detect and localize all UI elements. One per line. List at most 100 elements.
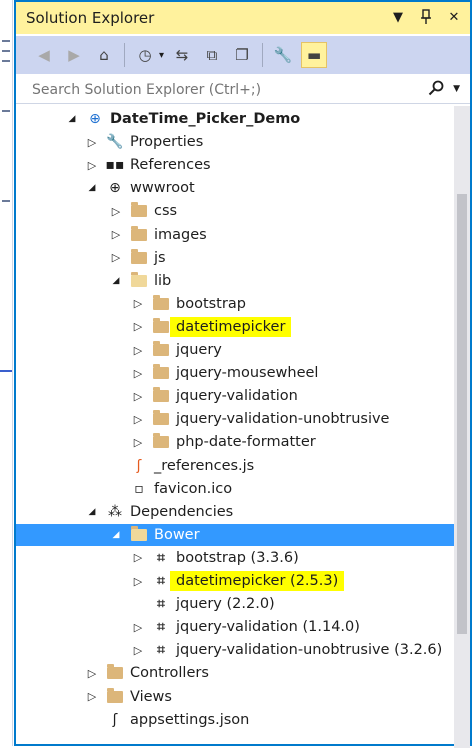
- tree-item[interactable]: ▷ php-date-formatter: [16, 431, 456, 453]
- solution-explorer-window: Solution Explorer ▼ ✕ ◀▶⌂ ◷▾ ⇆⧉❐ 🔧▬ ▼ ◢ ⊕ Dat…: [14, 0, 472, 748]
- tree-item[interactable]: ◢ lib: [16, 270, 456, 292]
- forward-icon[interactable]: ▶: [62, 43, 86, 67]
- preview-icon[interactable]: ▬: [301, 42, 328, 68]
- tree-item[interactable]: ▷ ⌗ datetimepicker (2.5.3): [16, 570, 456, 592]
- json-file-icon: ʃ: [112, 711, 118, 728]
- tree-item[interactable]: ▷ Controllers: [16, 662, 456, 684]
- history-icon[interactable]: ◷: [133, 43, 157, 67]
- tree-item-label: jquery-validation: [176, 388, 298, 405]
- tree-item[interactable]: ▷ images: [16, 224, 456, 246]
- collapse-arrow-icon[interactable]: ◢: [86, 181, 98, 195]
- editor-margin-mark: [2, 40, 10, 42]
- expand-arrow-icon[interactable]: ▷: [132, 643, 144, 657]
- vertical-scrollbar[interactable]: [454, 106, 470, 748]
- tree-item[interactable]: ▷ datetimepicker: [16, 316, 456, 338]
- tree-item[interactable]: ⌗ jquery (2.2.0): [16, 593, 456, 615]
- tree-item[interactable]: ʃ _references.js: [16, 455, 456, 477]
- tree-item-label: Properties: [130, 134, 204, 151]
- expand-arrow-icon[interactable]: ▷: [132, 551, 144, 565]
- tree-item[interactable]: ◢ Bower: [16, 523, 456, 546]
- expand-arrow-icon[interactable]: ▷: [132, 435, 144, 449]
- sync-icon[interactable]: ⇆: [170, 43, 194, 67]
- tree-item[interactable]: ▷ Views: [16, 686, 456, 708]
- folder-icon: [152, 294, 170, 313]
- title-bar[interactable]: Solution Explorer ▼ ✕: [16, 2, 470, 34]
- tree-item[interactable]: ʃ appsettings.json: [16, 709, 456, 731]
- tree-item[interactable]: ▷ jquery-validation-unobtrusive: [16, 408, 456, 430]
- tree-item[interactable]: ▷ ⌗ jquery-validation (1.14.0): [16, 616, 456, 638]
- collapse-all-icon[interactable]: ⧉: [200, 43, 224, 67]
- expand-arrow-icon[interactable]: ▷: [110, 204, 122, 218]
- window-menu-dropdown-icon[interactable]: ▼: [390, 8, 406, 26]
- tree-item[interactable]: ◢ ⊕ wwwroot: [16, 177, 456, 199]
- tree-item-label: Controllers: [130, 665, 209, 682]
- tree-item-label: bootstrap (3.3.6): [176, 549, 299, 566]
- folder-icon: [106, 664, 124, 682]
- tree-item-label: lib: [154, 272, 172, 289]
- expand-arrow-icon[interactable]: ▷: [132, 320, 144, 334]
- history-dropdown-icon[interactable]: ▾: [159, 50, 164, 61]
- tree-item[interactable]: ▷ jquery-mousewheel: [16, 362, 456, 384]
- folder-icon: [152, 364, 170, 382]
- folder-icon: [152, 387, 170, 405]
- js-file-icon: ʃ: [136, 457, 142, 474]
- web-project-icon: ⊕: [89, 111, 101, 127]
- collapse-arrow-icon[interactable]: ◢: [110, 528, 122, 542]
- pin-icon[interactable]: [418, 8, 434, 26]
- tree-item[interactable]: ▷ css: [16, 200, 456, 222]
- tree-item-label: DateTime_Picker_Demo: [110, 111, 301, 127]
- tree-item[interactable]: ▷ ⌗ jquery-validation-unobtrusive (3.2.6): [16, 639, 456, 661]
- tree-item[interactable]: ▷ js: [16, 247, 456, 269]
- tree-item-label: Views: [130, 688, 172, 705]
- tree-item[interactable]: ▷ bootstrap: [16, 293, 456, 315]
- editor-margin-mark: [2, 110, 10, 112]
- tree-item-label: jquery-mousewheel: [176, 365, 319, 382]
- scrollbar-thumb[interactable]: [457, 194, 467, 634]
- expand-arrow-icon[interactable]: ▷: [86, 135, 98, 149]
- search-icon[interactable]: [428, 80, 444, 100]
- expand-arrow-icon[interactable]: ▷: [132, 574, 144, 588]
- back-icon[interactable]: ◀: [32, 43, 56, 67]
- show-all-files-icon[interactable]: ❐: [230, 43, 254, 67]
- expand-arrow-icon[interactable]: ▷: [86, 158, 98, 172]
- tree-item[interactable]: ◢ ⊕ DateTime_Picker_Demo: [16, 108, 456, 130]
- tree-item[interactable]: ▷ 🔧 Properties: [16, 131, 456, 153]
- search-options-dropdown-icon[interactable]: ▼: [453, 84, 460, 94]
- expand-arrow-icon[interactable]: ▷: [110, 228, 122, 242]
- tree-item[interactable]: ▷ jquery: [16, 339, 456, 361]
- expand-arrow-icon[interactable]: ▷: [132, 297, 144, 311]
- dependencies-icon: ⁂: [108, 503, 122, 520]
- expand-arrow-icon[interactable]: ▷: [86, 690, 98, 704]
- expand-arrow-icon[interactable]: ▷: [86, 666, 98, 680]
- search-input[interactable]: [30, 80, 414, 99]
- tree-item[interactable]: ▷ jquery-validation: [16, 385, 456, 407]
- collapse-arrow-icon[interactable]: ◢: [86, 505, 98, 519]
- collapse-arrow-icon[interactable]: ◢: [110, 274, 122, 288]
- references-icon: ▪▪: [105, 157, 125, 174]
- tree-item-label: images: [154, 226, 207, 243]
- tree-item-label: Dependencies: [130, 503, 234, 520]
- tree-item[interactable]: ▫ favicon.ico: [16, 478, 456, 500]
- expand-arrow-icon[interactable]: ▷: [132, 412, 144, 426]
- close-icon[interactable]: ✕: [446, 8, 462, 26]
- properties-wrench-icon[interactable]: 🔧: [271, 43, 295, 67]
- toolbar-separator: [124, 43, 125, 67]
- home-icon[interactable]: ⌂: [92, 43, 116, 67]
- editor-caret-line: [0, 370, 12, 372]
- folder-icon: [130, 202, 148, 220]
- folder-icon: [130, 225, 148, 244]
- folder-icon: [152, 410, 170, 428]
- folder-open-icon: [130, 271, 148, 290]
- tree-item[interactable]: ▷ ▪▪ References: [16, 154, 456, 176]
- tree-item[interactable]: ▷ ⌗ bootstrap (3.3.6): [16, 547, 456, 569]
- tree-item-label: jquery-validation (1.14.0): [176, 619, 360, 636]
- package-icon: ⌗: [157, 642, 165, 659]
- expand-arrow-icon[interactable]: ▷: [132, 343, 144, 357]
- expand-arrow-icon[interactable]: ▷: [132, 389, 144, 403]
- collapse-arrow-icon[interactable]: ◢: [66, 112, 78, 126]
- tree-item[interactable]: ◢ ⁂ Dependencies: [16, 501, 456, 523]
- expand-arrow-icon[interactable]: ▷: [132, 620, 144, 634]
- editor-edge: [0, 0, 13, 746]
- expand-arrow-icon[interactable]: ▷: [132, 366, 144, 380]
- expand-arrow-icon[interactable]: ▷: [110, 251, 122, 265]
